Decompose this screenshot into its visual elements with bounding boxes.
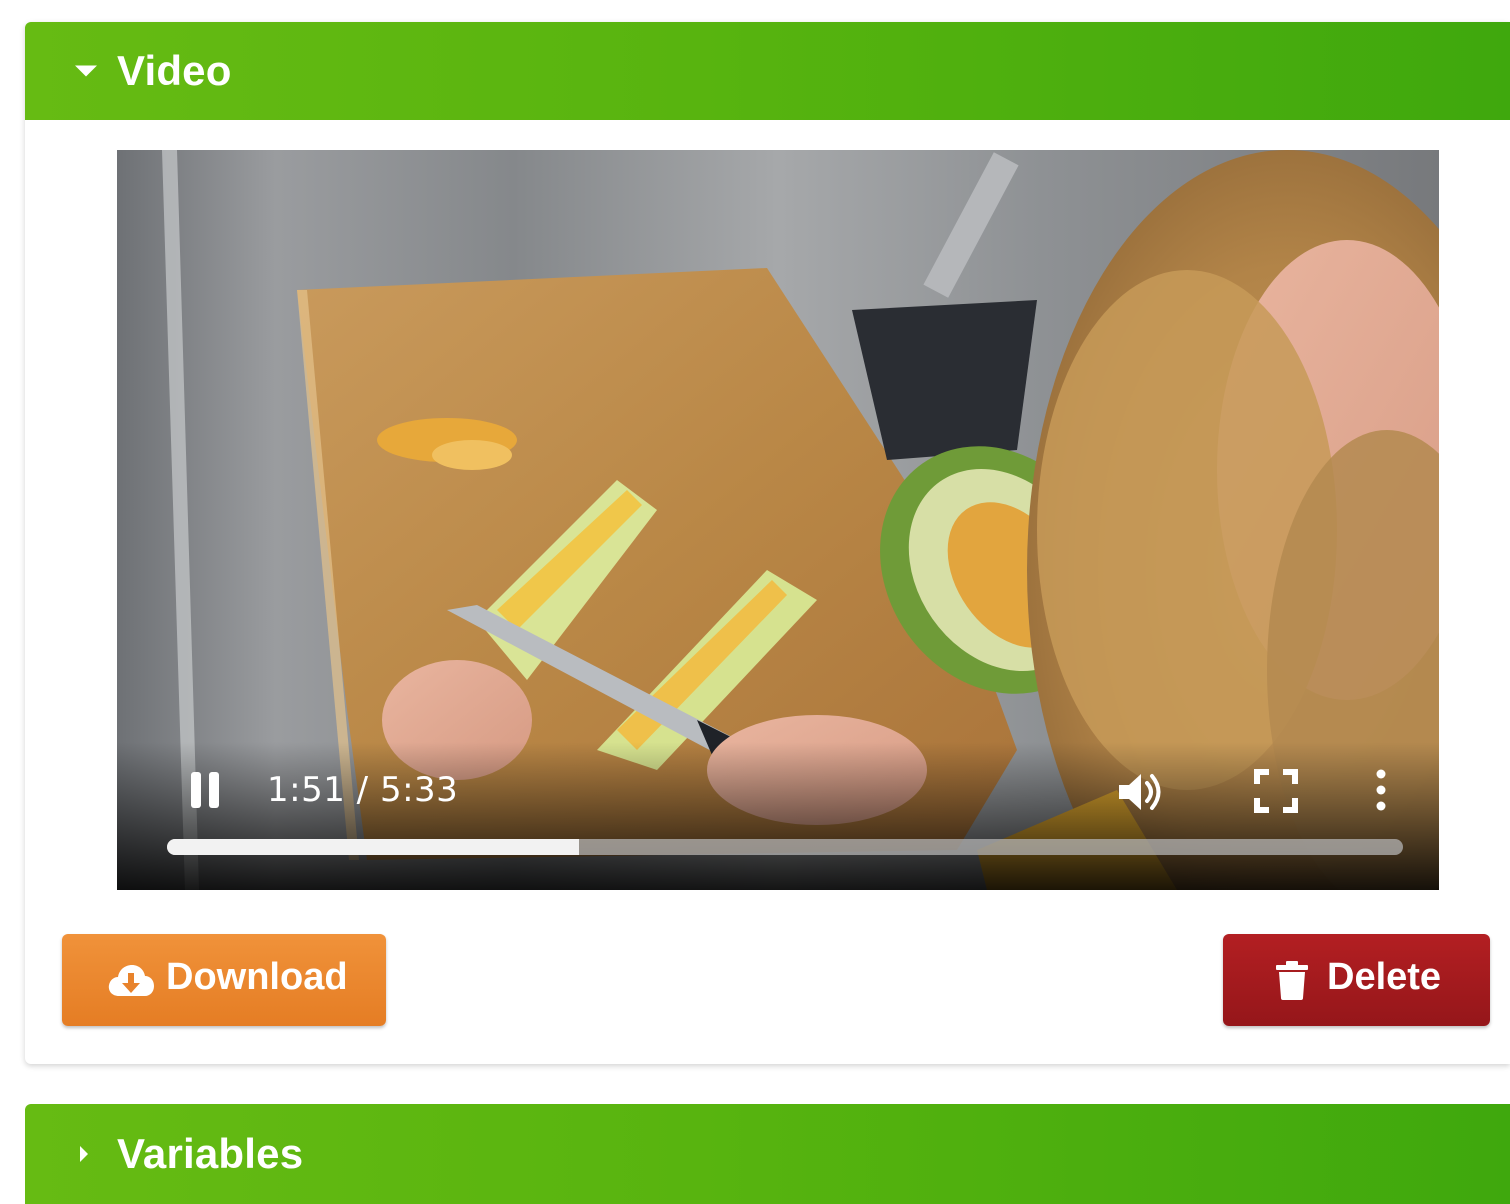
time-display: 1:51 / 5:33 bbox=[267, 770, 459, 810]
delete-button[interactable]: Delete bbox=[1223, 934, 1490, 1026]
variables-panel: Variables bbox=[25, 1104, 1510, 1204]
video-panel-header[interactable]: Video bbox=[25, 22, 1510, 120]
seek-bar-played bbox=[167, 839, 579, 855]
more-vertical-icon[interactable] bbox=[1369, 768, 1393, 812]
download-label: Download bbox=[166, 956, 348, 998]
duration: 5:33 bbox=[379, 770, 459, 810]
current-time: 1:51 bbox=[267, 770, 346, 810]
download-button[interactable]: Download bbox=[62, 934, 386, 1026]
video-player[interactable]: 1:51 / 5:33 bbox=[117, 150, 1439, 890]
video-panel: Video 1:51 / 5:33 Download Delete bbox=[25, 22, 1510, 1064]
seek-bar[interactable] bbox=[167, 839, 1403, 855]
fullscreen-icon[interactable] bbox=[1253, 768, 1299, 814]
video-panel-title: Video bbox=[117, 47, 232, 94]
delete-label: Delete bbox=[1327, 956, 1442, 998]
controls-overlay bbox=[117, 742, 1439, 890]
variables-panel-header[interactable]: Variables bbox=[25, 1104, 1510, 1204]
volume-icon[interactable] bbox=[1117, 770, 1167, 814]
pause-icon[interactable] bbox=[189, 772, 223, 808]
cloud-download-icon bbox=[107, 962, 155, 1008]
caret-down-icon[interactable] bbox=[75, 65, 97, 77]
trash-icon bbox=[1275, 960, 1309, 1010]
caret-right-icon[interactable] bbox=[80, 1146, 88, 1162]
variables-panel-title: Variables bbox=[117, 1130, 304, 1177]
